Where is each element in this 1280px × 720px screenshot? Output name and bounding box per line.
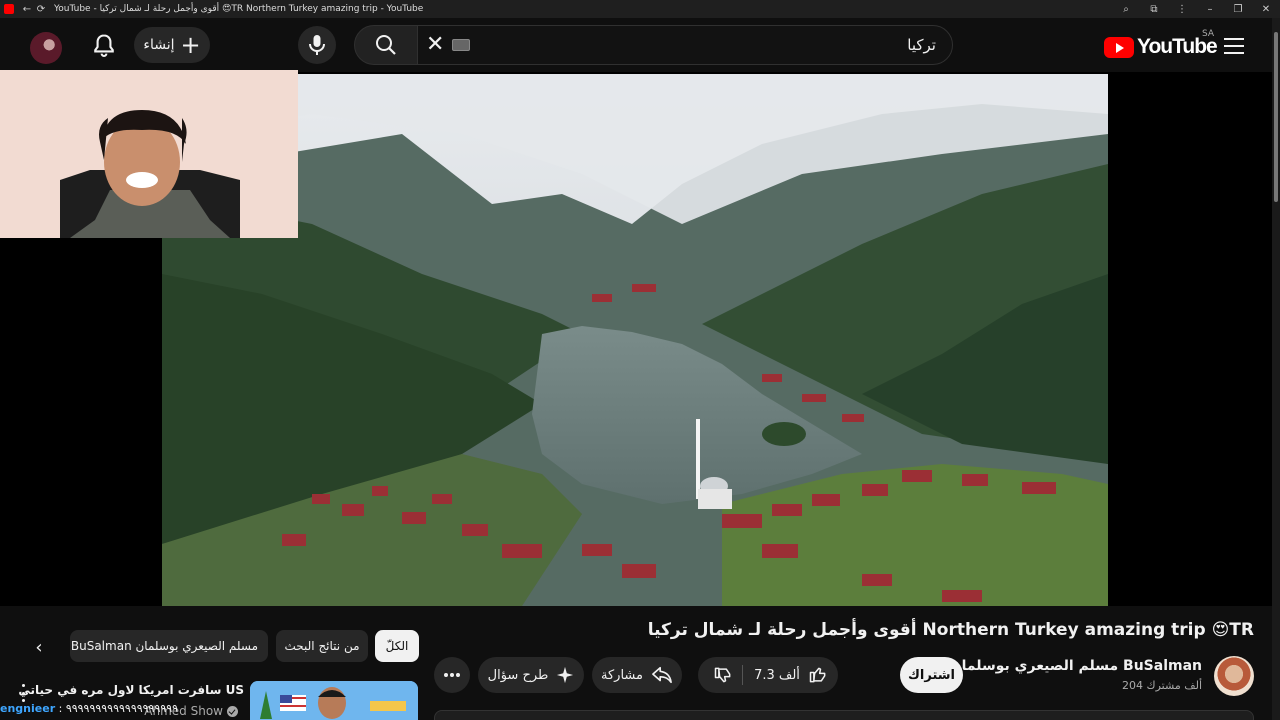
more-horizontal-icon (444, 673, 460, 677)
search-query[interactable]: تركيا (907, 36, 936, 54)
create-label: إنشاء (143, 37, 175, 53)
like-button[interactable]: 7.3 ألف (744, 657, 838, 693)
subscribe-button[interactable]: اشتراك (900, 657, 963, 693)
video-landscape-image (162, 74, 1108, 606)
channel-name-text[interactable]: مسلم الصيعري بوسلمان BuSalman (950, 658, 1202, 674)
stream-comment: engnieer : ٩٩٩٩٩٩٩٩٩٩٩٩٩٩٩٩٩٩٩ (0, 702, 178, 715)
browser-tab-bar: ← ⟳ YouTube - أقوى وأجمل رحلة لـ شمال تر… (0, 0, 1280, 18)
recommended-title[interactable]: سافرت امريكا لاول مره في حياتي US (18, 683, 244, 697)
video-title: أقوى وأجمل رحلة لـ شمال تركيا Northern T… (647, 620, 1254, 640)
zoom-icon[interactable]: ⌕ (1112, 4, 1140, 15)
search-button[interactable] (354, 25, 418, 65)
microphone-icon (309, 35, 325, 55)
comment-text: : ٩٩٩٩٩٩٩٩٩٩٩٩٩٩٩٩٩٩٩ (58, 702, 179, 715)
ask-label: طرح سؤال (487, 667, 549, 683)
scrollbar-thumb[interactable] (1274, 32, 1278, 202)
voice-search-button[interactable] (298, 26, 336, 64)
extensions-icon[interactable]: ⧉ (1140, 4, 1168, 15)
like-dislike-group: 7.3 ألف (698, 657, 838, 693)
youtube-favicon-icon (4, 4, 14, 14)
commenter-name: engnieer (0, 702, 56, 715)
country-code: SA (1202, 29, 1215, 39)
reload-icon[interactable]: ⟳ (34, 4, 48, 15)
thumbs-up-icon (809, 667, 826, 683)
channel-avatar[interactable] (1214, 656, 1254, 696)
page-scrollbar[interactable] (1272, 18, 1280, 720)
chevron-left-icon[interactable]: ‹ (28, 636, 50, 658)
description-panel[interactable] (434, 710, 1254, 720)
more-vertical-icon[interactable] (19, 684, 27, 702)
minimize-icon[interactable]: – (1196, 4, 1224, 15)
chip-all[interactable]: الكلّ (375, 630, 419, 662)
notifications-bell-icon[interactable] (90, 32, 118, 60)
streamer-face-image (0, 70, 298, 238)
search-icon (376, 35, 396, 55)
search-input[interactable]: ✕ تركيا (417, 25, 953, 65)
hamburger-menu-icon[interactable] (1224, 38, 1244, 54)
share-arrow-icon (652, 666, 672, 684)
recommended-thumbnail[interactable] (250, 681, 418, 720)
masthead: إنشاء + ✕ تركيا YouTube SA (0, 18, 1280, 72)
close-window-icon[interactable]: ✕ (1252, 4, 1280, 15)
subscriber-count: 204 ألف مشترك (1122, 679, 1202, 692)
youtube-logo[interactable]: YouTube SA (1104, 29, 1218, 59)
share-label: مشاركة (601, 667, 643, 683)
like-separator (742, 665, 743, 685)
dislike-button[interactable] (706, 657, 740, 693)
thumbnail-image (250, 681, 418, 720)
create-button[interactable]: إنشاء + (134, 27, 210, 63)
chip-from-channel[interactable]: من BuSalman مسلم الصيعري بوسلمان (70, 630, 268, 662)
verified-badge-icon (227, 705, 238, 717)
share-button[interactable]: مشاركة (592, 657, 682, 693)
ask-question-button[interactable]: طرح سؤال (478, 657, 584, 693)
sparkle-icon (557, 666, 574, 684)
more-actions-button[interactable] (434, 657, 470, 693)
chip-from-search-results[interactable]: من نتائج البحث (276, 630, 368, 662)
keyboard-icon[interactable] (452, 39, 470, 51)
browser-menu-icon[interactable]: ⋮ (1168, 4, 1196, 15)
webcam-overlay (0, 70, 298, 238)
youtube-play-icon (1104, 36, 1134, 58)
like-count: 7.3 ألف (754, 667, 800, 683)
browser-tab-title[interactable]: YouTube - أقوى وأجمل رحلة لـ شمال تركيا … (54, 4, 423, 14)
account-avatar[interactable] (30, 32, 62, 64)
plus-icon: + (180, 31, 201, 59)
video-frame[interactable] (162, 74, 1108, 606)
channel-name[interactable]: مسلم الصيعري بوسلمان BuSalman (934, 658, 1202, 674)
back-icon[interactable]: ← (20, 4, 34, 15)
thumbs-down-icon (714, 667, 731, 683)
restore-icon[interactable]: ❐ (1224, 4, 1252, 15)
close-icon[interactable]: ✕ (426, 32, 444, 57)
